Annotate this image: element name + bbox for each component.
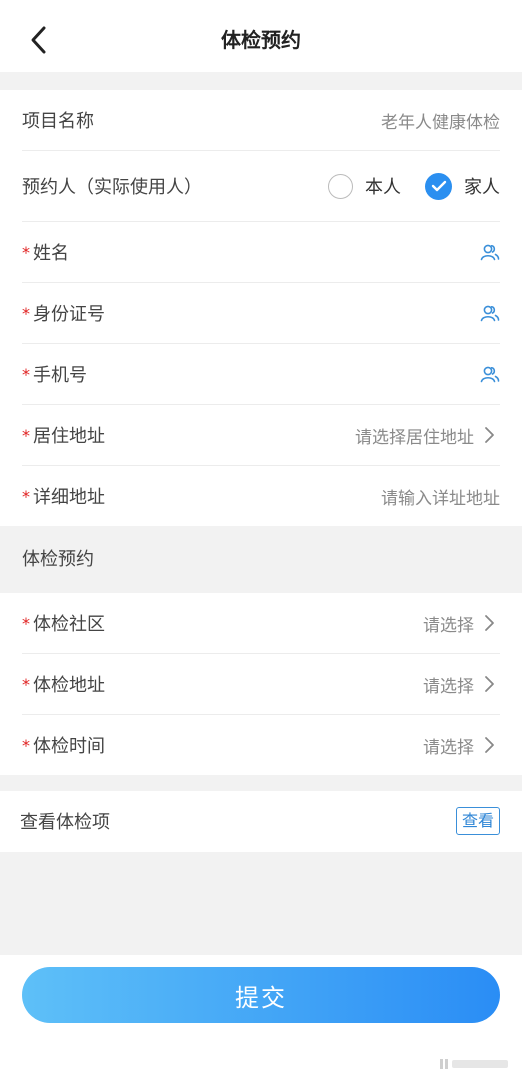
view-items-button[interactable]: 查看 — [455, 807, 500, 835]
radio-family[interactable]: 家人 — [425, 172, 500, 200]
exam-community-value: 请选择 — [423, 615, 474, 636]
required-mark: * — [22, 614, 30, 633]
exam-location-row[interactable]: * 体检地址 请选择 — [22, 654, 500, 715]
address-label: * 居住地址 — [22, 422, 105, 448]
radio-self-label: 本人 — [365, 177, 401, 198]
contacts-icon[interactable] — [480, 365, 500, 383]
exam-community-label: * 体检社区 — [22, 610, 105, 636]
id-number-label: * 身份证号 — [22, 300, 105, 326]
address-row[interactable]: * 居住地址 请选择居住地址 — [22, 405, 500, 466]
required-mark: * — [22, 426, 30, 445]
required-mark: * — [22, 675, 30, 694]
required-mark: * — [22, 243, 30, 262]
chevron-right-icon — [485, 676, 494, 692]
name-label: * 姓名 — [22, 239, 69, 265]
chevron-right-icon — [485, 615, 494, 631]
required-mark: * — [22, 736, 30, 755]
exam-items-section: 查看体检项 查看 — [0, 791, 522, 852]
id-number-row[interactable]: * 身份证号 — [22, 283, 500, 344]
detail-address-input[interactable]: 请输入详址地址 — [381, 484, 500, 509]
exam-time-label: * 体检时间 — [22, 732, 105, 758]
exam-items-label: 查看体检项 — [20, 812, 110, 833]
watermark-icon — [440, 1059, 508, 1069]
required-mark: * — [22, 304, 30, 323]
exam-location-label-text: 体检地址 — [33, 675, 105, 696]
exam-group-title: 体检预约 — [22, 549, 94, 570]
exam-items-row: 查看体检项 查看 — [20, 791, 500, 851]
chevron-right-icon — [485, 737, 494, 753]
phone-label: * 手机号 — [22, 361, 87, 387]
submit-button[interactable]: 提交 — [22, 967, 500, 1023]
project-name-row: 项目名称 老年人健康体检 — [22, 90, 500, 151]
page-title: 体检预约 — [221, 28, 301, 52]
exam-location-label: * 体检地址 — [22, 671, 105, 697]
radio-family-label: 家人 — [464, 177, 500, 198]
name-row[interactable]: * 姓名 — [22, 222, 500, 283]
exam-section: * 体检社区 请选择 * 体检地址 请选择 * 体检时间 请选择 — [0, 593, 522, 775]
project-name-label: 项目名称 — [22, 111, 94, 132]
exam-time-value: 请选择 — [423, 737, 474, 758]
exam-time-row[interactable]: * 体检时间 请选择 — [22, 715, 500, 775]
detail-address-row[interactable]: * 详细地址 请输入详址地址 — [22, 466, 500, 526]
name-label-text: 姓名 — [33, 243, 69, 264]
exam-location-value: 请选择 — [423, 676, 474, 697]
radio-unchecked-icon — [328, 173, 353, 199]
radio-self[interactable]: 本人 — [328, 173, 401, 199]
exam-community-row[interactable]: * 体检社区 请选择 — [22, 593, 500, 654]
contacts-icon[interactable] — [480, 304, 500, 322]
top-bar: 体检预约 — [0, 0, 522, 72]
check-icon — [425, 172, 452, 200]
id-number-label-text: 身份证号 — [33, 304, 105, 325]
contacts-icon[interactable] — [480, 243, 500, 261]
required-mark: * — [22, 365, 30, 384]
booker-row: 预约人（实际使用人） 本人 家人 — [22, 151, 500, 222]
personal-info-section: 项目名称 老年人健康体检 预约人（实际使用人） 本人 家人 * 姓名 * 身份证… — [0, 90, 522, 526]
exam-community-label-text: 体检社区 — [33, 614, 105, 635]
required-mark: * — [22, 487, 30, 506]
exam-time-label-text: 体检时间 — [33, 736, 105, 757]
phone-label-text: 手机号 — [33, 365, 87, 386]
address-placeholder: 请选择居住地址 — [355, 427, 474, 448]
booker-label: 预约人（实际使用人） — [22, 177, 202, 198]
phone-row[interactable]: * 手机号 — [22, 344, 500, 405]
detail-address-label: * 详细地址 — [22, 483, 105, 509]
chevron-right-icon — [485, 427, 494, 443]
address-label-text: 居住地址 — [33, 426, 105, 447]
project-name-value: 老年人健康体检 — [381, 112, 500, 133]
detail-address-label-text: 详细地址 — [33, 487, 105, 508]
